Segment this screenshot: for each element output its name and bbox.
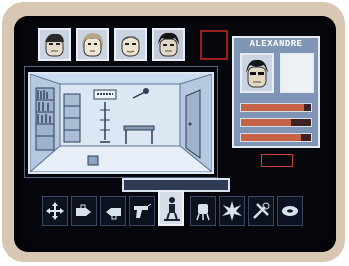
take-hand-icon	[76, 204, 91, 216]
give-hand-icon	[106, 208, 121, 220]
face-icon	[121, 36, 140, 57]
crt-monitor-bezel: ALEXANDRE	[2, 2, 345, 262]
action-take[interactable]	[71, 196, 97, 226]
action-give[interactable]	[100, 196, 126, 226]
action-stand[interactable]	[158, 190, 184, 226]
action-shoot[interactable]	[129, 196, 155, 226]
face-icon	[246, 59, 268, 88]
face-icon	[158, 32, 179, 57]
character-portrait[interactable]	[240, 53, 274, 93]
wall-sign-icon	[93, 89, 117, 100]
table-icon	[123, 125, 155, 144]
disk-icon	[282, 206, 298, 216]
room-scene	[28, 73, 214, 174]
action-explode[interactable]	[219, 196, 245, 226]
move-cross-icon	[46, 202, 64, 220]
explosion-icon	[222, 201, 242, 221]
party-portrait-3[interactable]	[114, 28, 147, 61]
stat-bar-3-fill	[241, 134, 302, 141]
empty-portrait-slot[interactable]	[200, 30, 228, 60]
stat-bar-1	[240, 103, 312, 112]
room-view[interactable]	[24, 66, 218, 178]
party-portrait-2[interactable]	[76, 28, 109, 61]
action-bar	[42, 190, 312, 230]
gun-icon	[134, 203, 152, 218]
cabinet-icon	[63, 93, 81, 143]
stand-figure-icon	[164, 197, 180, 221]
bookshelf-icon	[35, 87, 55, 151]
action-move[interactable]	[42, 196, 68, 226]
fist-icon	[196, 204, 210, 221]
game-screen: ALEXANDRE	[14, 16, 336, 252]
coat-stand-icon	[100, 102, 110, 143]
stat-bar-3	[240, 133, 312, 142]
action-punch[interactable]	[190, 196, 216, 226]
stat-bar-1-fill	[241, 104, 304, 111]
crate-icon	[87, 155, 99, 166]
stat-bar-2	[240, 118, 312, 127]
counter-display	[261, 154, 293, 167]
face-icon	[45, 33, 64, 57]
party-portrait-4[interactable]	[152, 28, 185, 61]
action-repair[interactable]	[248, 196, 274, 226]
door-icon	[185, 89, 201, 159]
character-name: ALEXANDRE	[249, 39, 303, 49]
character-item-slot[interactable]	[280, 53, 314, 93]
action-disk[interactable]	[277, 196, 303, 226]
lamp-icon	[132, 91, 146, 99]
face-icon	[82, 33, 104, 57]
repair-tools-icon	[253, 202, 270, 219]
character-panel: ALEXANDRE	[232, 36, 320, 148]
stat-bar-2-fill	[241, 119, 292, 126]
party-portrait-1[interactable]	[38, 28, 71, 61]
